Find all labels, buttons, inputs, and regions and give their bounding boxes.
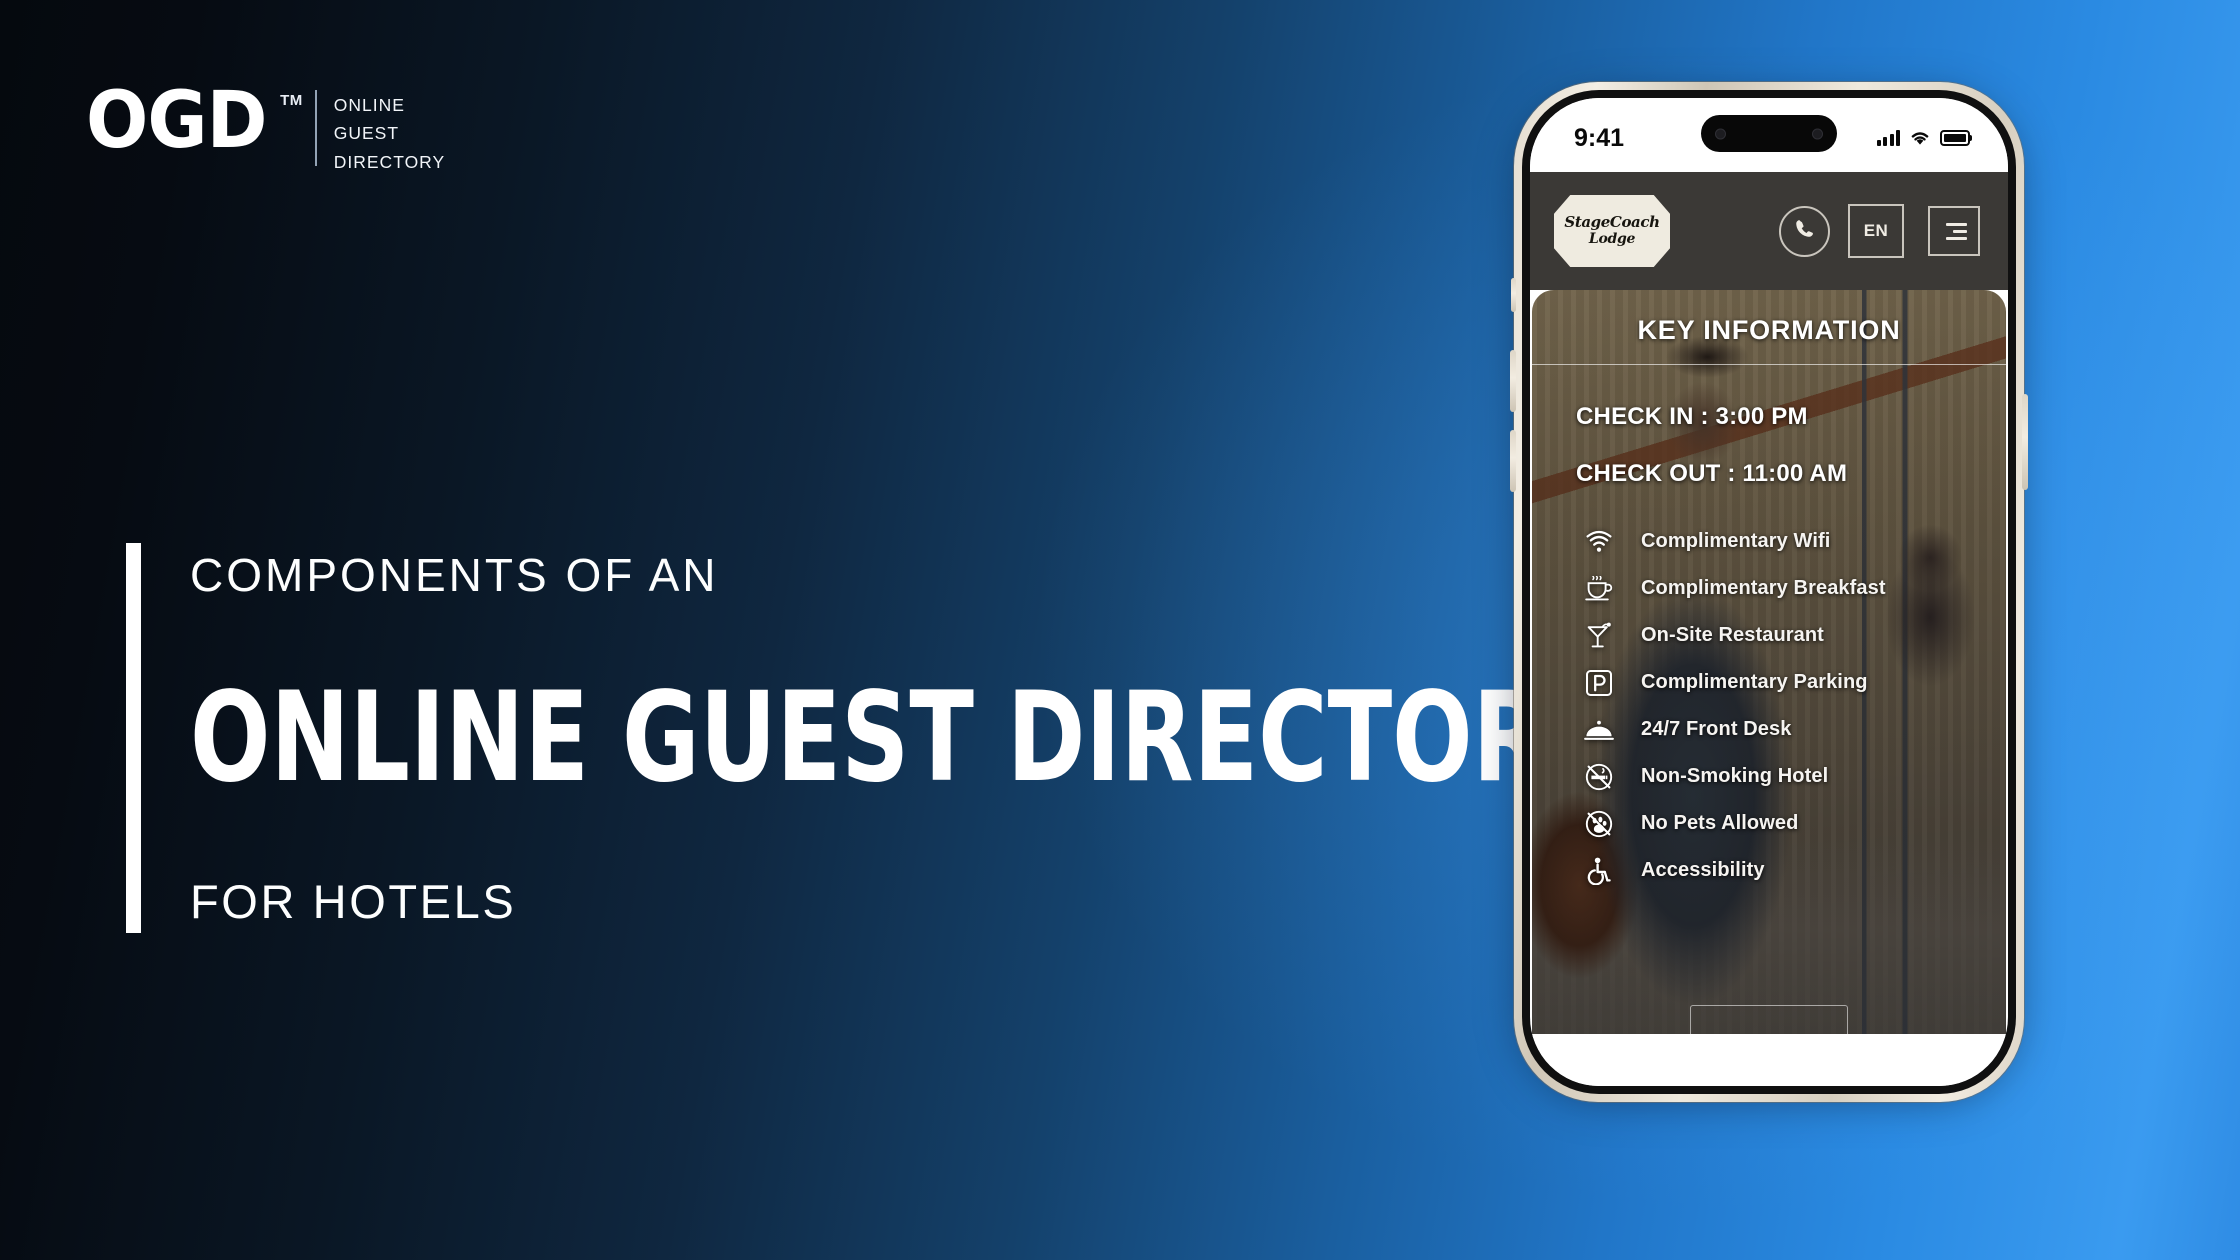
service-bell-icon [1584, 715, 1614, 745]
list-item: Complimentary Parking [1584, 659, 2006, 706]
no-smoking-icon [1584, 762, 1614, 792]
check-out-text: CHECK OUT : 11:00 AM [1576, 460, 1848, 487]
no-pets-icon [1584, 809, 1614, 839]
silent-switch[interactable] [1511, 278, 1516, 312]
list-item: Accessibility [1584, 847, 2006, 894]
amenity-label: Complimentary Wifi [1641, 530, 1831, 552]
list-item: 24/7 Front Desk [1584, 706, 2006, 753]
volume-up-button[interactable] [1510, 350, 1516, 412]
coffee-cup-icon [1584, 574, 1614, 604]
logo-word-directory: DIRECTORY [333, 151, 446, 172]
screen-bottom-area [1530, 1034, 2008, 1086]
menu-line-1 [1946, 222, 1967, 226]
menu-line-2 [1953, 229, 1967, 233]
hotel-logo-badge[interactable]: StageCoach Lodge [1554, 195, 1670, 267]
amenity-label: On-Site Restaurant [1641, 624, 1824, 646]
dynamic-island [1701, 115, 1837, 152]
front-camera-icon [1715, 128, 1726, 139]
amenity-label: 24/7 Front Desk [1641, 718, 1792, 740]
amenity-label: Complimentary Breakfast [1641, 577, 1886, 599]
parking-p-icon [1584, 668, 1614, 698]
menu-line-3 [1946, 236, 1967, 240]
bottom-action-button[interactable] [1690, 1005, 1848, 1034]
hotel-logo-line1: StageCoach [1564, 213, 1660, 232]
status-time: 9:41 [1574, 123, 1625, 152]
list-item: Non-Smoking Hotel [1584, 753, 2006, 800]
page-title: ONLINE GUEST DIRECTORY [190, 666, 1609, 811]
status-bar: 9:41 [1530, 98, 2008, 172]
wifi-icon [1909, 130, 1931, 146]
key-information-screen: KEY INFORMATION CHECK IN : 3:00 PM CHECK… [1532, 290, 2006, 1034]
wheelchair-icon [1584, 856, 1614, 886]
amenity-label: Accessibility [1641, 859, 1765, 881]
poster-canvas: OGD TM ONLINE GUEST DIRECTORY COMPONENTS… [0, 0, 2240, 1260]
phone-screen: 9:41 StageCoach Lodge EN KEY INFORMATION… [1530, 98, 2008, 1086]
accent-bar [126, 543, 141, 933]
check-in-text: CHECK IN : 3:00 PM [1576, 403, 1808, 430]
amenity-label: Complimentary Parking [1641, 671, 1868, 693]
logo-mark-wrap: OGD TM [86, 76, 303, 166]
amenity-label: Non-Smoking Hotel [1641, 765, 1829, 787]
list-item: Complimentary Breakfast [1584, 565, 2006, 612]
hamburger-menu-icon[interactable] [1928, 206, 1980, 256]
face-id-sensor-icon [1812, 128, 1823, 139]
key-information-panel: KEY INFORMATION CHECK IN : 3:00 PM CHECK… [1532, 290, 2006, 1034]
battery-full-icon [1940, 130, 1970, 146]
section-divider [1532, 364, 2006, 365]
phone-mockup: 9:41 StageCoach Lodge EN KEY INFORMATION… [1510, 82, 2028, 1102]
call-button[interactable] [1779, 205, 1830, 257]
list-item: No Pets Allowed [1584, 800, 2006, 847]
key-information-title: KEY INFORMATION [1637, 315, 1901, 345]
battery-level [1944, 134, 1966, 142]
screen-inner: 9:41 StageCoach Lodge EN KEY INFORMATION… [1530, 98, 2008, 1086]
signal-bars-icon [1876, 130, 1900, 146]
logo-word-guest: GUEST [333, 123, 400, 144]
list-item: On-Site Restaurant [1584, 612, 2006, 659]
list-item: Complimentary Wifi [1584, 518, 2006, 565]
power-button[interactable] [2022, 394, 2028, 490]
language-label: EN [1863, 221, 1889, 240]
logo-wordmark: ONLINE GUEST DIRECTORY [334, 86, 445, 176]
app-header-bar: StageCoach Lodge EN [1530, 172, 2008, 290]
volume-down-button[interactable] [1510, 430, 1516, 492]
language-button[interactable]: EN [1848, 204, 1904, 258]
amenities-list: Complimentary Wifi Complimentary Breakfa… [1532, 518, 2006, 894]
logo-mark-text: OGD [86, 76, 267, 166]
wifi-icon [1584, 527, 1614, 557]
trademark-symbol: TM [280, 92, 303, 109]
amenity-label: No Pets Allowed [1641, 812, 1799, 834]
cocktail-glass-icon [1584, 621, 1614, 651]
phone-icon [1793, 217, 1816, 245]
status-icons [1876, 124, 1970, 146]
hotel-logo-line2: Lodge [1588, 230, 1636, 247]
logo-word-online: ONLINE [333, 95, 405, 115]
ogd-logo: OGD TM ONLINE GUEST DIRECTORY [86, 76, 445, 172]
logo-divider [314, 90, 317, 166]
